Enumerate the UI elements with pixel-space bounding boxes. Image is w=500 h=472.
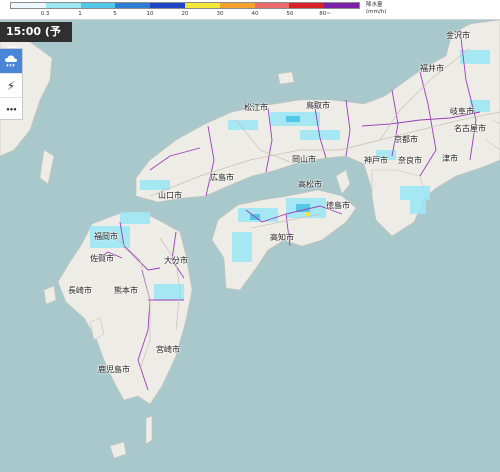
precipitation-legend: 0.3 1 5 10 20 30 40 50 80~ 降水量 (mm/h) <box>0 0 500 20</box>
more-icon: ••• <box>5 106 17 114</box>
legend-unit: 降水量 (mm/h) <box>366 2 386 16</box>
city-label-kobe: 神戸市 <box>364 156 388 165</box>
legend-swatch <box>11 3 46 8</box>
city-label-nara: 奈良市 <box>398 156 422 165</box>
city-label-fukuoka: 福岡市 <box>94 232 118 241</box>
cloud-rain-icon <box>5 55 17 67</box>
rain-layer-button[interactable] <box>0 49 22 73</box>
city-label-takamatsu: 高松市 <box>298 180 322 189</box>
more-options-button[interactable]: ••• <box>0 97 22 122</box>
legend-swatch <box>45 3 81 8</box>
tanegashima-land <box>145 415 153 445</box>
city-label-gifu: 岐阜市 <box>450 107 474 116</box>
legend-swatch <box>150 3 185 8</box>
legend-tick-label: 1 <box>78 11 82 17</box>
legend-swatch <box>254 3 290 8</box>
legend-swatch <box>324 3 359 8</box>
city-label-matsue: 松江市 <box>244 103 268 112</box>
city-label-kanazawa: 金沢市 <box>446 31 470 40</box>
city-label-kumamoto: 熊本市 <box>114 286 138 295</box>
time-label[interactable]: 15:00 (予測) <box>0 22 72 58</box>
city-label-fukui: 福井市 <box>420 64 444 73</box>
legend-tick-label: 30 <box>216 11 224 17</box>
legend-tick-label: 50 <box>286 11 294 17</box>
oki-land <box>277 71 295 85</box>
precipitation-heavy <box>306 212 310 216</box>
legend-tick-label: 10 <box>146 11 154 17</box>
legend-swatch <box>289 3 325 8</box>
legend-tick-label: 80~ <box>319 11 331 17</box>
legend-swatch <box>219 3 255 8</box>
lightning-layer-button[interactable]: ⚡ <box>0 73 22 98</box>
city-label-kyoto: 京都市 <box>394 135 418 144</box>
legend-ticks: 0.3 1 5 10 20 30 40 50 80~ <box>10 10 360 19</box>
layer-button-group: ⚡ ••• <box>0 48 23 120</box>
legend-tick-label: 20 <box>181 11 189 17</box>
legend-swatch <box>115 3 151 8</box>
city-label-saga: 佐賀市 <box>90 254 114 263</box>
city-label-nagasaki: 長崎市 <box>68 286 92 295</box>
city-label-nagoya: 名古屋市 <box>454 124 486 133</box>
legend-tick-label: 40 <box>251 11 259 17</box>
city-label-tokushima: 徳島市 <box>326 201 350 210</box>
city-label-yamaguchi: 山口市 <box>158 191 182 200</box>
legend-unit-measure: (mm/h) <box>366 9 387 15</box>
lightning-icon: ⚡ <box>6 79 16 93</box>
legend-tick-label: 5 <box>113 11 117 17</box>
legend-swatch <box>184 3 220 8</box>
city-label-okayama: 岡山市 <box>292 155 316 164</box>
city-label-miyazaki: 宮崎市 <box>156 345 180 354</box>
legend-unit-title: 降水量 <box>366 2 383 8</box>
city-label-oita: 大分市 <box>164 256 188 265</box>
city-label-hiroshima: 広島市 <box>210 173 234 182</box>
city-label-tsu: 津市 <box>442 154 458 163</box>
legend-swatch <box>80 3 116 8</box>
city-label-kochi: 高知市 <box>270 233 294 242</box>
city-label-tottori: 鳥取市 <box>306 101 330 110</box>
legend-color-bar <box>10 2 360 9</box>
city-label-kagoshima: 鹿児島市 <box>98 365 130 374</box>
legend-tick-label: 0.3 <box>40 11 50 17</box>
